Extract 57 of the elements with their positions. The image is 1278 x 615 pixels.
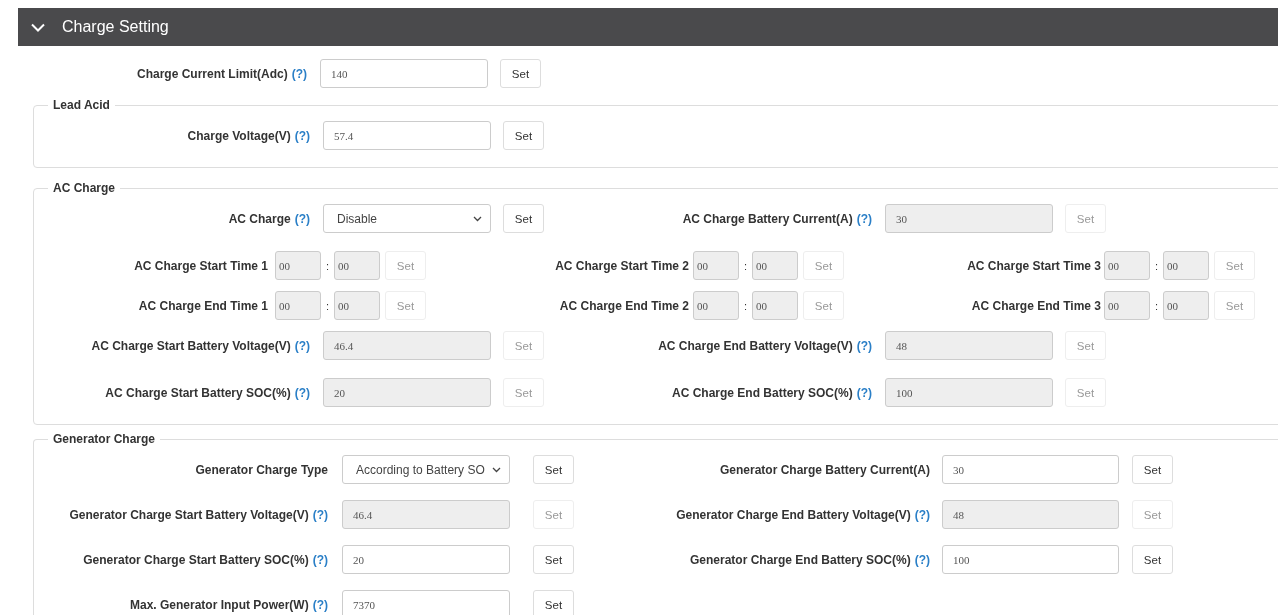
field-label: Charge Current Limit(Adc) (137, 66, 288, 81)
time-separator: : (742, 259, 749, 272)
section-header[interactable]: Charge Setting (18, 8, 1278, 46)
set-button[interactable]: Set (503, 204, 544, 233)
field-label: Generator Charge Battery Current(A) (719, 462, 930, 477)
set-button[interactable]: Set (1132, 545, 1173, 574)
field-label: AC Charge (228, 211, 291, 226)
field-label: Generator Charge Type (195, 462, 328, 477)
time-separator: : (1153, 299, 1160, 312)
chevron-icon (31, 22, 45, 32)
help-link[interactable]: (?) (312, 552, 328, 567)
set-button[interactable]: Set (533, 545, 574, 574)
field-label: AC Charge Start Time 3 (967, 258, 1101, 273)
field-label: AC Charge Battery Current(A) (682, 211, 853, 226)
field-label: AC Charge End Battery SOC(%) (671, 385, 853, 400)
section-title: Charge Setting (62, 18, 169, 36)
caret-icon (473, 215, 482, 222)
input-field[interactable]: 100 (942, 545, 1119, 574)
help-link[interactable]: (?) (294, 128, 310, 143)
field-label: AC Charge Start Battery Voltage(V) (91, 338, 291, 353)
field-label: Generator Charge End Battery SOC(%) (689, 552, 911, 567)
field-label: Generator Charge End Battery Voltage(V) (676, 507, 911, 522)
input-field[interactable]: 7370 (342, 590, 510, 615)
field-label: Generator Charge Start Battery SOC(%) (83, 552, 309, 567)
select-field[interactable]: Disable (323, 204, 491, 233)
time-separator: : (324, 259, 331, 272)
fieldset-legend: Generator Charge (48, 432, 161, 446)
input-field[interactable]: 30 (942, 455, 1119, 484)
time-separator: : (324, 299, 331, 312)
time-separator: : (1153, 259, 1160, 272)
input-field[interactable]: 57.4 (323, 121, 491, 150)
caret-icon (492, 466, 501, 473)
input-field[interactable]: 140 (320, 59, 488, 88)
set-button[interactable]: Set (503, 121, 544, 150)
help-link[interactable]: (?) (312, 597, 328, 612)
set-button[interactable]: Set (533, 455, 574, 484)
set-button[interactable]: Set (1132, 455, 1173, 484)
field-label: AC Charge End Time 2 (559, 298, 689, 313)
set-button[interactable]: Set (533, 590, 574, 615)
field-label: AC Charge Start Time 2 (555, 258, 689, 273)
select-field[interactable]: According to Battery SO (342, 455, 510, 484)
fieldset-legend: Lead Acid (48, 98, 115, 112)
field-label: Max. Generator Input Power(W) (130, 597, 309, 612)
set-button[interactable]: Set (500, 59, 541, 88)
time-separator: : (742, 299, 749, 312)
help-link[interactable]: (?) (914, 552, 930, 567)
help-link[interactable]: (?) (294, 211, 310, 226)
field-label: Generator Charge Start Battery Voltage(V) (69, 507, 309, 522)
field-label: AC Charge Start Time 1 (134, 258, 268, 273)
field-label: AC Charge End Time 1 (138, 298, 268, 313)
field-label: AC Charge End Time 3 (971, 298, 1101, 313)
field-label: AC Charge End Battery Voltage(V) (658, 338, 853, 353)
input-field[interactable]: 20 (342, 545, 510, 574)
help-link[interactable]: (?) (291, 66, 307, 81)
field-label: AC Charge Start Battery SOC(%) (105, 385, 291, 400)
field-label: Charge Voltage(V) (187, 128, 291, 143)
fieldset-legend: AC Charge (48, 181, 120, 195)
